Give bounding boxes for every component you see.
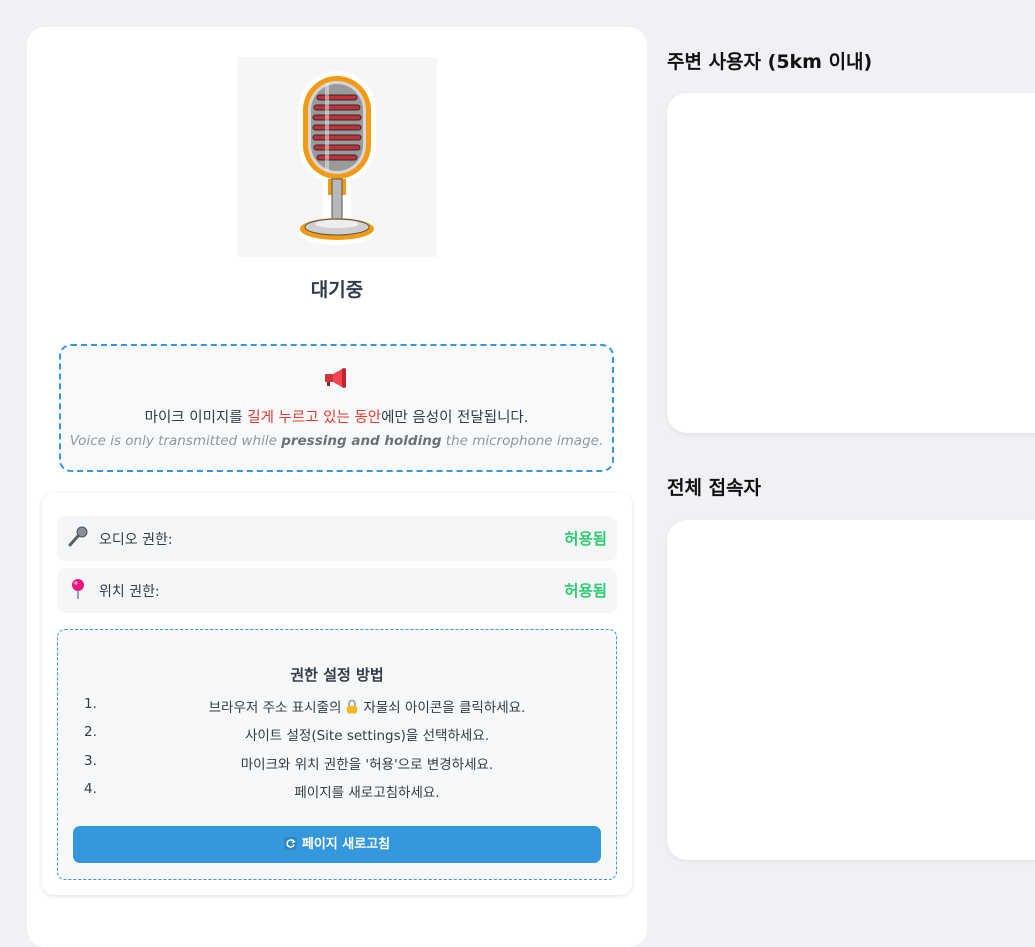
all-users-list: [667, 520, 1035, 860]
microphone-icon: [67, 526, 89, 552]
audio-permission-label: 오디오 권한:: [99, 532, 173, 548]
permission-guide: 권한 설정 방법 1. 브라우저 주소 표시줄의 자물쇠 아이콘을 클릭하세요. …: [57, 629, 617, 880]
guide-step: 4. 페이지를 새로고침하세요.: [84, 781, 440, 801]
nearby-users-list: [667, 93, 1035, 433]
audio-permission-row: 오디오 권한: 허용됨: [57, 516, 617, 561]
audio-permission-status: 허용됨: [564, 530, 607, 548]
push-to-talk-notice: 마이크 이미지를 길게 누르고 있는 동안에만 음성이 전달됩니다. Voice…: [59, 344, 614, 472]
notice-english: Voice is only transmitted while pressing…: [69, 433, 604, 449]
megaphone-icon: [323, 366, 349, 394]
location-permission-row: 위치 권한: 허용됨: [57, 568, 617, 613]
status-text: 대기중: [310, 279, 364, 301]
location-permission-label: 위치 권한:: [99, 584, 160, 600]
microphone-button[interactable]: [237, 57, 437, 257]
microphone-icon: [298, 71, 376, 245]
guide-title: 권한 설정 방법: [290, 666, 384, 684]
all-users-title: 전체 접속자: [667, 477, 762, 499]
notice-highlight: 길게 누르고 있는 동안: [247, 410, 382, 426]
guide-step: 1. 브라우저 주소 표시줄의 자물쇠 아이콘을 클릭하세요.: [84, 696, 526, 718]
location-permission-status: 허용됨: [564, 582, 607, 600]
reload-page-button[interactable]: 페이지 새로고침: [73, 826, 601, 863]
permissions-card: 오디오 권한: 허용됨 위치 권한: 허용됨 권한 설정 방법 1. 브라우저 …: [42, 493, 632, 895]
reload-icon: [283, 828, 297, 865]
lock-icon: [345, 699, 359, 718]
guide-step: 3. 마이크와 위치 권한을 '허용'으로 변경하세요.: [84, 753, 494, 773]
voice-panel: 대기중 마이크 이미지를 길게 누르고 있는 동안에만 음성이 전달됩니다. V…: [27, 27, 647, 947]
notice-korean: 마이크 이미지를 길게 누르고 있는 동안에만 음성이 전달됩니다.: [144, 410, 529, 426]
guide-step: 2. 사이트 설정(Site settings)을 선택하세요.: [84, 724, 490, 744]
pushpin-icon: [67, 578, 89, 604]
nearby-users-title: 주변 사용자 (5km 이내): [667, 51, 873, 73]
